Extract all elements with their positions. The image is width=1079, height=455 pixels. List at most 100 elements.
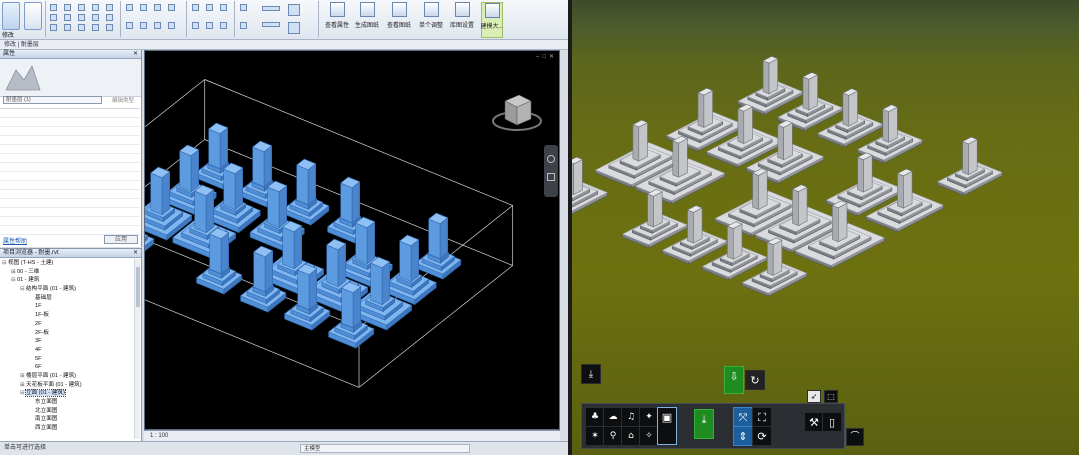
- modify-button[interactable]: [2, 2, 20, 30]
- paste-icon[interactable]: [50, 4, 57, 11]
- scale-label[interactable]: 1 : 100: [150, 433, 168, 439]
- hide-icon[interactable]: [206, 4, 213, 11]
- property-row[interactable]: [0, 136, 140, 145]
- split-icon[interactable]: [78, 4, 85, 11]
- single-adjust-tool[interactable]: 单个调整: [419, 2, 443, 38]
- tree-item[interactable]: 2F-板: [2, 329, 134, 338]
- paint-icon[interactable]: [64, 24, 71, 31]
- particles-icon[interactable]: ✦: [639, 407, 659, 427]
- create-icon[interactable]: [288, 22, 300, 34]
- close-icon[interactable]: ✕: [133, 50, 138, 59]
- tree-item[interactable]: 1F-板: [2, 311, 134, 320]
- copy-icon[interactable]: [50, 14, 57, 21]
- tree-item[interactable]: 东立面图: [2, 398, 134, 407]
- array-icon[interactable]: [106, 4, 113, 11]
- zoom-icon[interactable]: [547, 173, 555, 181]
- tree-item[interactable]: ⊟立面 (01 - 建筑): [2, 389, 134, 398]
- scale-icon[interactable]: [106, 14, 113, 21]
- property-row[interactable]: [0, 109, 140, 118]
- download-icon[interactable]: ⤓: [581, 364, 601, 384]
- tree-item[interactable]: 北立面图: [2, 407, 134, 416]
- tree-item[interactable]: ⊟01 - 建筑: [2, 276, 134, 285]
- property-row[interactable]: [0, 118, 140, 127]
- tree-item[interactable]: 基础层: [2, 294, 134, 303]
- view-icon[interactable]: [192, 4, 199, 11]
- spot-dimension-icon[interactable]: [262, 22, 280, 27]
- magic-icon[interactable]: ✧: [639, 426, 659, 446]
- tree-item[interactable]: 南立面图: [2, 415, 134, 424]
- browser-scrollbar[interactable]: [134, 259, 140, 439]
- fullscreen-icon[interactable]: ⛶: [752, 407, 772, 427]
- properties-toggle-button[interactable]: [24, 2, 42, 30]
- trash-icon[interactable]: ▯: [822, 412, 842, 432]
- 3d-viewport[interactable]: –□✕: [50, 50, 560, 430]
- scroll-thumb[interactable]: [136, 267, 140, 307]
- tree-item[interactable]: ⊞天花板平面 (01 - 建筑): [2, 381, 134, 390]
- move-icon[interactable]: [126, 4, 133, 11]
- library-settings-tool[interactable]: 库图设置: [450, 2, 474, 38]
- wrench-icon[interactable]: ⚒: [804, 412, 824, 432]
- measure-icon[interactable]: [78, 24, 85, 31]
- move-tool-icon[interactable]: ⤧: [733, 407, 753, 427]
- move-arrows-icon[interactable]: [126, 22, 133, 29]
- properties-help-link[interactable]: 属性帮助: [3, 236, 27, 245]
- tree-item[interactable]: 4F: [2, 346, 134, 355]
- unpin-icon[interactable]: [154, 22, 161, 29]
- cloud-icon[interactable]: ☁: [603, 407, 623, 427]
- refresh-icon[interactable]: ↻: [745, 370, 765, 390]
- property-row[interactable]: [0, 163, 140, 172]
- cut-icon[interactable]: [50, 24, 57, 31]
- apply-button[interactable]: 应用: [104, 235, 138, 244]
- rotate-tool-icon[interactable]: ⟳: [752, 426, 772, 446]
- demolish-icon[interactable]: [78, 14, 85, 21]
- green-action-button[interactable]: ⇩: [724, 366, 744, 394]
- save-icon[interactable]: ▣: [657, 407, 677, 445]
- tree-item[interactable]: 1F: [2, 302, 134, 311]
- cursor-icon[interactable]: ➶: [807, 390, 821, 403]
- tree-item[interactable]: ⊞楼层平面 (01 - 建筑): [2, 372, 134, 381]
- bridge-icon[interactable]: ⌒: [846, 428, 864, 446]
- brush-icon[interactable]: [240, 4, 247, 11]
- rotate-icon[interactable]: [140, 4, 147, 11]
- tree-item[interactable]: ⊞00 - 三维: [2, 268, 134, 277]
- select-box-icon[interactable]: ⬚: [824, 390, 838, 403]
- view-drawing-tool[interactable]: 查看图纸: [387, 2, 411, 38]
- tree-item[interactable]: 5F: [2, 355, 134, 364]
- modeling-tool[interactable]: 建模大...: [480, 2, 504, 38]
- tree-item[interactable]: 3F: [2, 337, 134, 346]
- dimension-icon[interactable]: [262, 6, 280, 11]
- tree-item[interactable]: 西立面图: [2, 424, 134, 433]
- download-active-icon[interactable]: ⤓: [694, 409, 714, 439]
- tree-item[interactable]: 2F: [2, 320, 134, 329]
- navigation-bar[interactable]: [544, 145, 558, 197]
- align-icon[interactable]: [92, 4, 99, 11]
- type-selector[interactable]: 耐墨层 (1): [3, 96, 102, 104]
- generate-drawing-tool[interactable]: 生成图纸: [355, 2, 379, 38]
- game-3d-scene[interactable]: [572, 0, 1079, 455]
- pin-icon[interactable]: [106, 24, 113, 31]
- viewport-window-controls[interactable]: –□✕: [536, 53, 557, 60]
- delete-icon[interactable]: [168, 22, 175, 29]
- game-viewport[interactable]: [572, 0, 1079, 455]
- property-row[interactable]: [0, 172, 140, 181]
- property-row[interactable]: [0, 154, 140, 163]
- 3d-model-view[interactable]: [50, 51, 559, 429]
- parts-icon[interactable]: [220, 22, 227, 29]
- tree-item[interactable]: 6F: [2, 363, 134, 372]
- property-row[interactable]: [0, 181, 140, 190]
- view-properties-tool[interactable]: 查看属性: [325, 2, 349, 38]
- extend-icon[interactable]: [168, 4, 175, 11]
- isolate-icon[interactable]: [220, 4, 227, 11]
- workset-selector[interactable]: 主模型: [300, 444, 470, 453]
- property-row[interactable]: [0, 208, 140, 217]
- vertical-move-icon[interactable]: ⇕: [733, 426, 753, 446]
- person-icon[interactable]: ✶: [585, 426, 605, 446]
- music-icon[interactable]: ♫: [621, 407, 641, 427]
- tree-icon[interactable]: ♣: [585, 407, 605, 427]
- trim-icon[interactable]: [154, 4, 161, 11]
- tree-item[interactable]: ⊟视图 (T-HS - 土建): [2, 259, 134, 268]
- property-row[interactable]: [0, 199, 140, 208]
- property-row[interactable]: [0, 217, 140, 226]
- join-icon[interactable]: [64, 4, 71, 11]
- offset-icon[interactable]: [92, 14, 99, 21]
